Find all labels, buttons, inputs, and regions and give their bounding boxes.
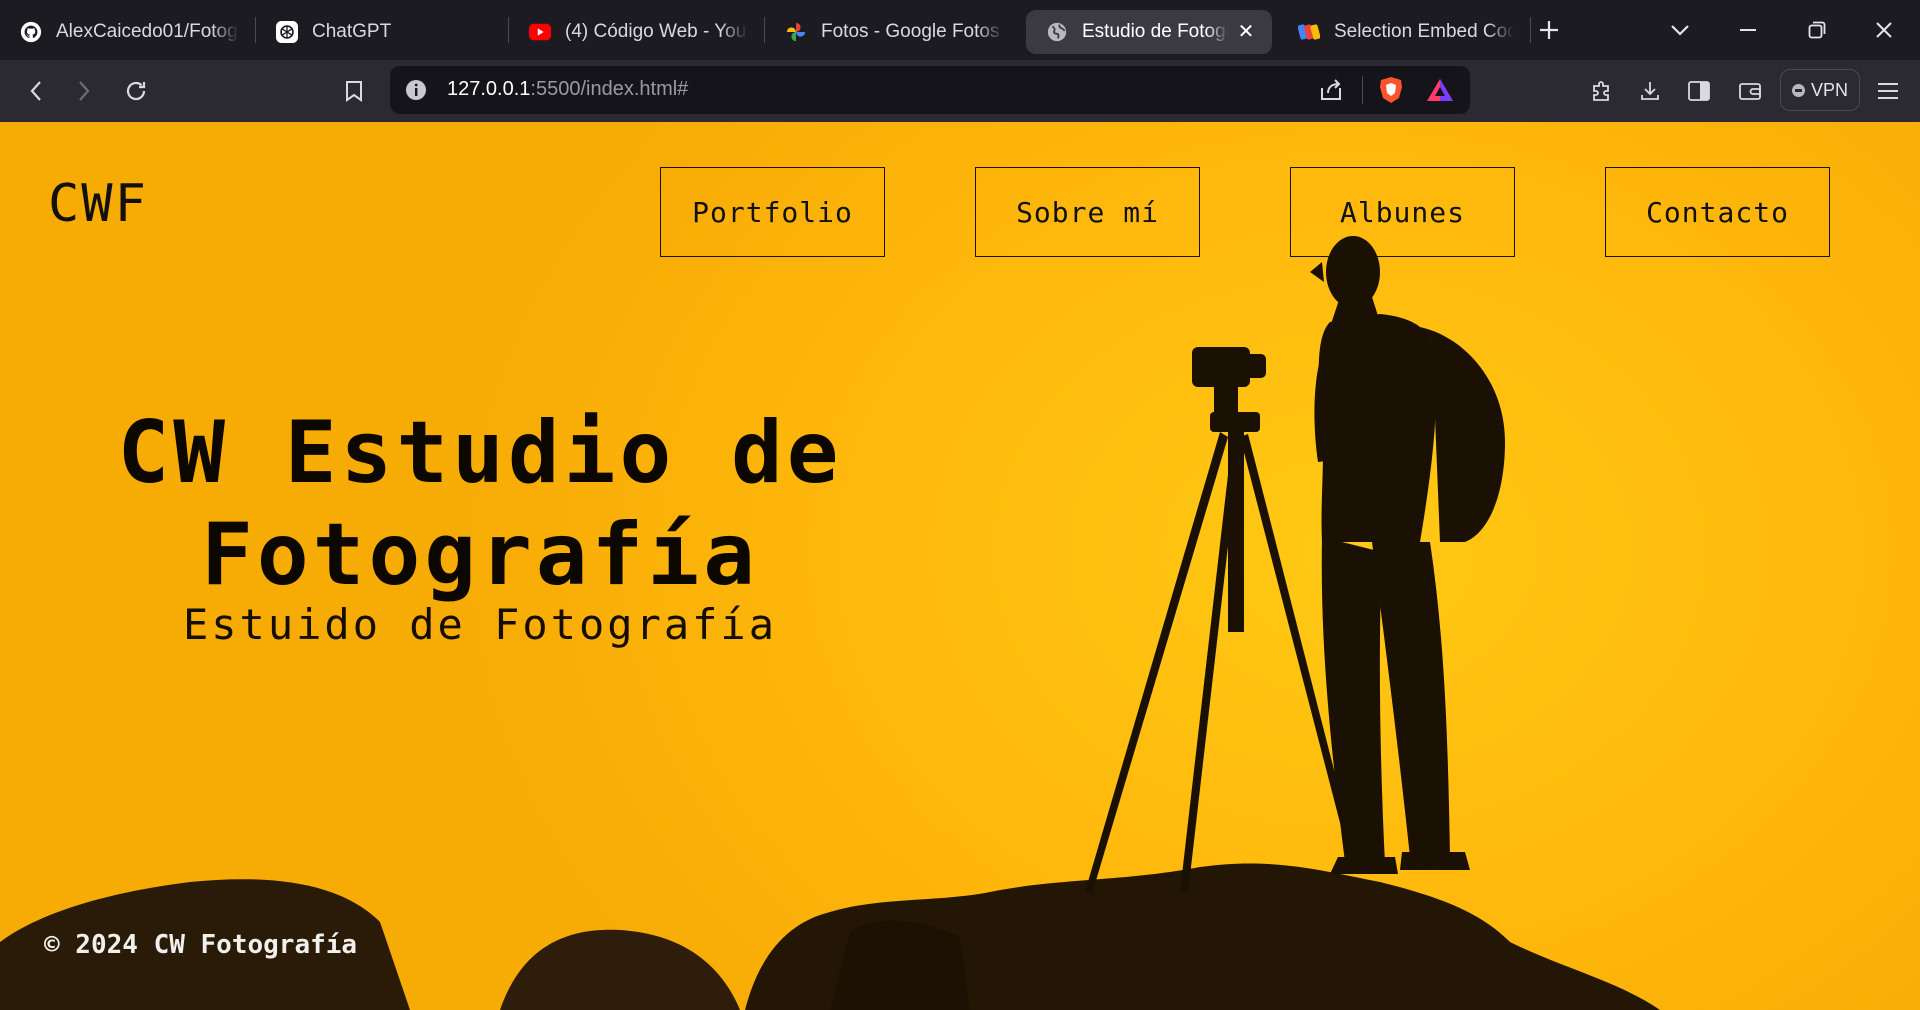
- tab-title: ChatGPT: [312, 21, 392, 42]
- urlbar-divider: [1362, 76, 1363, 104]
- tab-title: Selection Embed Code: [1334, 21, 1514, 42]
- google-photos-icon: [785, 21, 807, 43]
- share-icon[interactable]: [1318, 78, 1344, 107]
- close-window-icon[interactable]: [1854, 8, 1914, 52]
- back-icon[interactable]: [16, 71, 56, 111]
- chatgpt-icon: [276, 21, 298, 43]
- hero-title-line: CW Estudio de: [117, 403, 843, 503]
- extensions-puzzle-icon[interactable]: [1582, 71, 1622, 111]
- minimize-icon[interactable]: [1718, 8, 1778, 52]
- hamburger-menu-icon[interactable]: [1868, 71, 1908, 111]
- tab-google-photos[interactable]: Fotos - Google Fotos: [765, 10, 1020, 54]
- tab-chatgpt[interactable]: ChatGPT: [256, 10, 508, 54]
- address-bar[interactable]: 127.0.0.1:5500/index.html#: [390, 66, 1470, 114]
- brave-rewards-icon[interactable]: [1426, 78, 1454, 107]
- github-icon: [20, 21, 42, 43]
- close-tab-icon[interactable]: ✕: [1236, 22, 1256, 42]
- brave-shields-icon[interactable]: [1378, 76, 1404, 109]
- nav-contacto-button[interactable]: Contacto: [1605, 167, 1830, 257]
- downloads-icon[interactable]: [1630, 71, 1670, 111]
- youtube-icon: [529, 21, 551, 43]
- tab-active-studio[interactable]: Estudio de Fotografía ✕: [1026, 10, 1272, 54]
- site-info-icon[interactable]: [405, 79, 427, 106]
- tab-title: AlexCaicedo01/Fotografia: [56, 21, 239, 42]
- wallet-icon[interactable]: [1730, 71, 1770, 111]
- tab-list-chevron-down-icon[interactable]: [1650, 8, 1710, 52]
- reload-icon[interactable]: [116, 71, 156, 111]
- bookmark-icon[interactable]: [334, 71, 374, 111]
- nav-sobre-mi-button[interactable]: Sobre mí: [975, 167, 1200, 257]
- footer-copyright: © 2024 CW Fotografía: [44, 930, 358, 960]
- hero-title-line: Fotografía: [201, 505, 759, 605]
- forward-icon[interactable]: [64, 71, 104, 111]
- url-host: 127.0.0.1: [447, 78, 531, 100]
- vpn-status-icon: [1791, 83, 1805, 97]
- tab-strip: AlexCaicedo01/Fotografia ChatGPT (4) Cód…: [0, 0, 1920, 60]
- tab-title: (4) Código Web - YouTube: [565, 21, 748, 42]
- url-path: :5500/index.html#: [530, 78, 689, 100]
- restore-window-icon[interactable]: [1787, 8, 1847, 52]
- page-viewport: CWF Portfolio Sobre mí Albunes Contacto …: [0, 122, 1920, 1010]
- hero-subtitle: Estuido de Fotografía: [182, 600, 777, 649]
- tab-youtube[interactable]: (4) Código Web - YouTube: [509, 10, 764, 54]
- nav-albunes-button[interactable]: Albunes: [1290, 167, 1515, 257]
- vpn-label: VPN: [1810, 79, 1848, 100]
- nav-portfolio-button[interactable]: Portfolio: [660, 167, 885, 257]
- tab-github[interactable]: AlexCaicedo01/Fotografia: [0, 10, 255, 54]
- sidebar-toggle-icon[interactable]: [1679, 71, 1719, 111]
- embed-app-icon: [1298, 21, 1320, 43]
- url-text[interactable]: 127.0.0.1:5500/index.html#: [447, 78, 688, 101]
- globe-icon: [1046, 21, 1068, 43]
- browser-toolbar: 127.0.0.1:5500/index.html# VPN: [0, 60, 1920, 122]
- hero-title: CW Estudio de Fotografía: [100, 402, 860, 606]
- vpn-button[interactable]: VPN: [1780, 69, 1860, 111]
- tab-title: Fotos - Google Fotos: [821, 21, 1000, 42]
- tab-selection-embed[interactable]: Selection Embed Code: [1278, 10, 1530, 54]
- site-logo[interactable]: CWF: [48, 174, 148, 234]
- tab-title: Estudio de Fotografía: [1082, 21, 1228, 42]
- new-tab-plus-icon[interactable]: [1519, 8, 1579, 52]
